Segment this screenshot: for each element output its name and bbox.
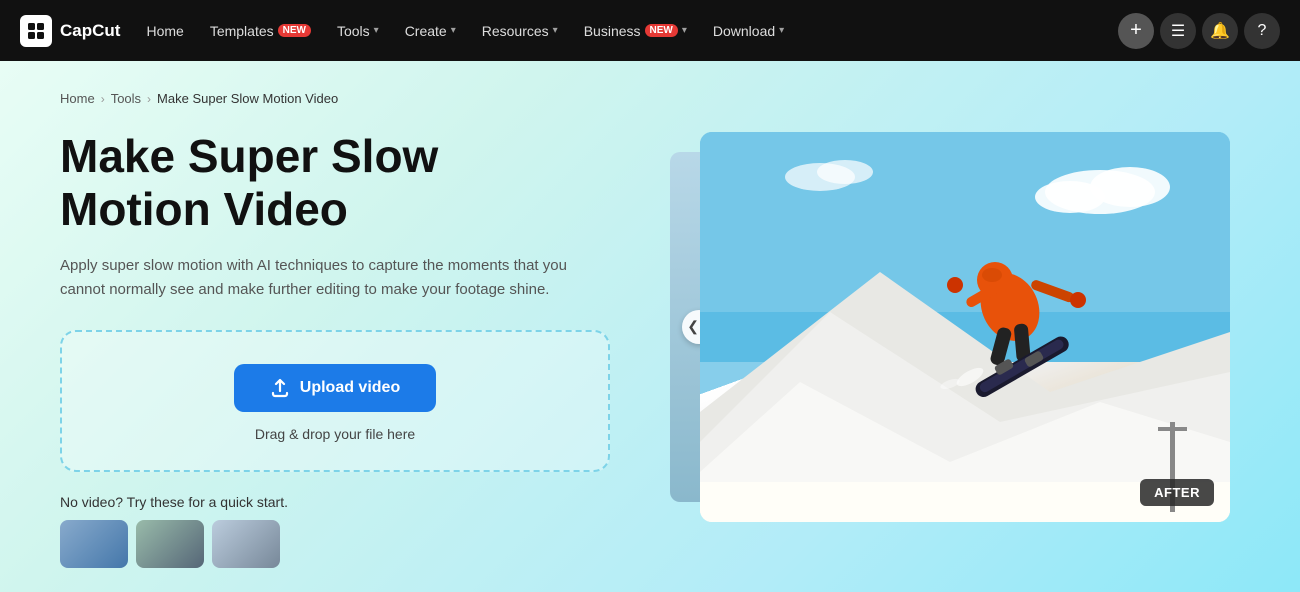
nav-home[interactable]: Home <box>136 17 193 45</box>
logo-icon <box>20 15 52 47</box>
breadcrumb-tools[interactable]: Tools <box>111 91 141 106</box>
bell-icon: 🔔 <box>1210 21 1230 41</box>
logo[interactable]: CapCut <box>20 15 120 47</box>
new-project-button[interactable]: + <box>1118 13 1154 49</box>
navbar: CapCut Home Templates New Tools ▾ Create… <box>0 0 1300 61</box>
nav-create[interactable]: Create ▾ <box>395 17 466 45</box>
upload-area[interactable]: Upload video Drag & drop your file here <box>60 330 610 472</box>
upload-icon <box>270 378 290 398</box>
help-button[interactable]: ? <box>1244 13 1280 49</box>
upload-button[interactable]: Upload video <box>234 364 436 412</box>
quick-start-section: No video? Try these for a quick start. <box>60 494 610 568</box>
help-icon: ? <box>1258 22 1267 40</box>
create-chevron-icon: ▾ <box>451 25 456 36</box>
templates-badge: New <box>278 24 311 37</box>
nav-resources[interactable]: Resources ▾ <box>472 17 568 45</box>
menu-icon-button[interactable]: ☰ <box>1160 13 1196 49</box>
quick-start-thumb-3[interactable] <box>212 520 280 568</box>
breadcrumb-sep-2: › <box>147 92 151 106</box>
breadcrumb-current: Make Super Slow Motion Video <box>157 91 338 106</box>
nav-templates[interactable]: Templates New <box>200 17 321 45</box>
business-badge: New <box>645 24 678 37</box>
nav-tools[interactable]: Tools ▾ <box>327 17 389 45</box>
nav-business[interactable]: Business New ▾ <box>574 17 697 45</box>
hero-description: Apply super slow motion with AI techniqu… <box>60 254 570 302</box>
video-preview-wrapper: ❮ ❯ <box>700 132 1230 522</box>
quick-start-thumb-1[interactable] <box>60 520 128 568</box>
nav-download[interactable]: Download ▾ <box>703 17 794 45</box>
logo-text: CapCut <box>60 21 120 41</box>
nav-right-actions: + ☰ 🔔 ? <box>1118 13 1280 49</box>
quick-start-thumb-2[interactable] <box>136 520 204 568</box>
download-chevron-icon: ▾ <box>779 25 784 36</box>
chevron-left-icon: ❮ <box>687 318 699 335</box>
snowboard-svg <box>700 132 1230 522</box>
business-chevron-icon: ▾ <box>682 25 687 36</box>
menu-icon: ☰ <box>1171 21 1185 41</box>
drag-drop-hint: Drag & drop your file here <box>255 426 415 442</box>
quick-start-label: No video? Try these for a quick start. <box>60 494 610 510</box>
after-badge: AFTER <box>1140 479 1214 506</box>
quick-start-thumbnails <box>60 520 610 568</box>
right-panel: ❮ ❯ <box>660 61 1300 592</box>
resources-chevron-icon: ▾ <box>553 25 558 36</box>
breadcrumb: Home › Tools › Make Super Slow Motion Vi… <box>60 91 610 106</box>
breadcrumb-home[interactable]: Home <box>60 91 95 106</box>
preview-image <box>700 132 1230 522</box>
main-content: Home › Tools › Make Super Slow Motion Vi… <box>0 61 1300 592</box>
page-title: Make Super Slow Motion Video <box>60 130 600 236</box>
breadcrumb-sep-1: › <box>101 92 105 106</box>
left-panel: Home › Tools › Make Super Slow Motion Vi… <box>0 61 660 592</box>
notifications-button[interactable]: 🔔 <box>1202 13 1238 49</box>
tools-chevron-icon: ▾ <box>374 25 379 36</box>
